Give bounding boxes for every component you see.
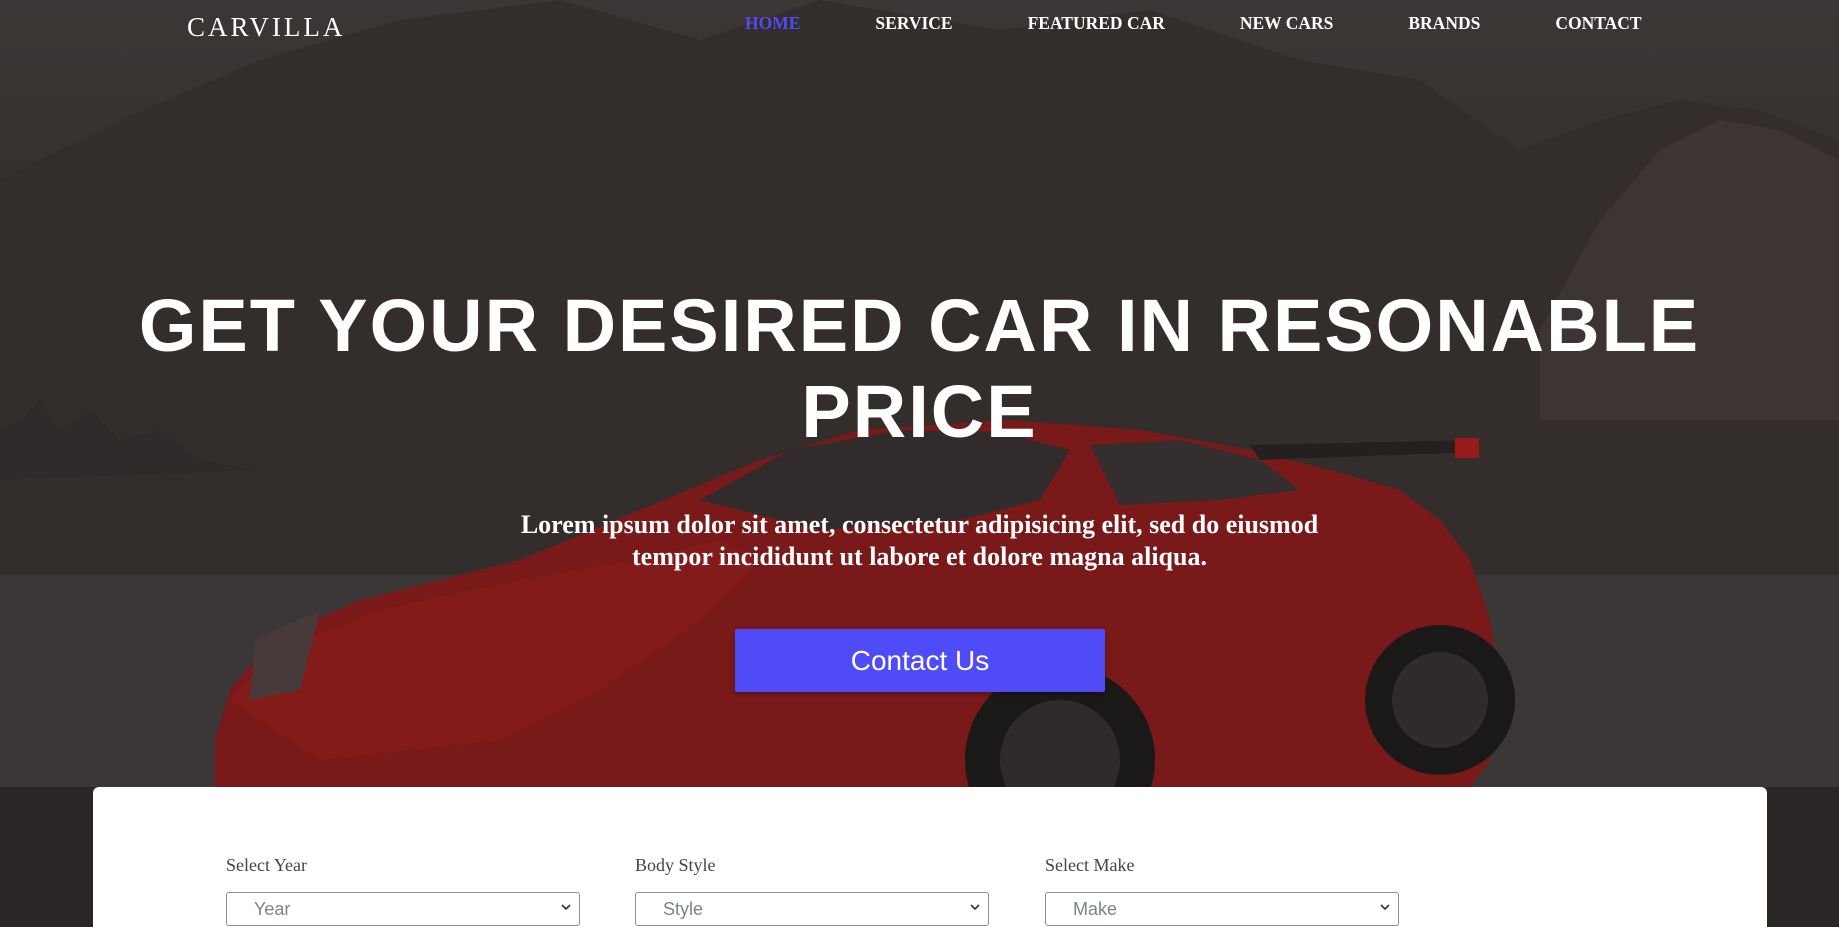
year-select-value: Year <box>254 899 291 919</box>
year-select[interactable]: Year <box>226 892 580 926</box>
make-select-value: Make <box>1073 899 1118 919</box>
chevron-down-icon <box>970 904 980 911</box>
car-search-panel: Select Year Year Body Style Style Select… <box>93 787 1767 927</box>
nav-item-brands[interactable]: BRANDS <box>1408 13 1480 34</box>
nav-item-featured-car[interactable]: FEATURED CAR <box>1028 13 1165 34</box>
body-style-select[interactable]: Style <box>635 892 989 926</box>
chevron-down-icon <box>1380 904 1390 911</box>
make-select[interactable]: Make <box>1045 892 1399 926</box>
nav-item-new-cars[interactable]: NEW CARS <box>1240 13 1334 34</box>
chevron-down-icon <box>561 904 571 911</box>
body-style-field: Body Style Style <box>635 855 989 926</box>
hero-subtext-line-1: Lorem ipsum dolor sit amet, consectetur … <box>520 510 1319 539</box>
nav-item-service[interactable]: SERVICE <box>875 13 952 34</box>
nav-item-home[interactable]: HOME <box>745 13 800 34</box>
hero-headline-line-1: GET YOUR DESIRED CAR IN RESONABLE <box>138 284 1701 367</box>
make-field-label: Select Make <box>1045 855 1135 875</box>
hero-headline: GET YOUR DESIRED CAR IN RESONABLE PRICE <box>0 283 1839 455</box>
body-style-select-value: Style <box>663 899 704 919</box>
hero-headline-line-2: PRICE <box>801 370 1038 453</box>
brand-logo[interactable]: CARVILLA <box>187 12 345 43</box>
hero-section: CARVILLA HOME SERVICE FEATURED CAR NEW C… <box>0 0 1839 787</box>
make-field: Select Make Make <box>1045 855 1399 926</box>
nav-item-contact[interactable]: CONTACT <box>1555 13 1641 34</box>
main-nav: HOME SERVICE FEATURED CAR NEW CARS BRAND… <box>745 13 1642 34</box>
hero-subtext-line-2: tempor incididunt ut labore et dolore ma… <box>632 542 1207 571</box>
year-field: Select Year Year <box>226 855 580 926</box>
year-field-label: Select Year <box>226 855 307 875</box>
body-style-field-label: Body Style <box>635 855 716 875</box>
contact-us-button[interactable]: Contact Us <box>735 629 1105 692</box>
hero-subtext: Lorem ipsum dolor sit amet, consectetur … <box>0 509 1839 573</box>
